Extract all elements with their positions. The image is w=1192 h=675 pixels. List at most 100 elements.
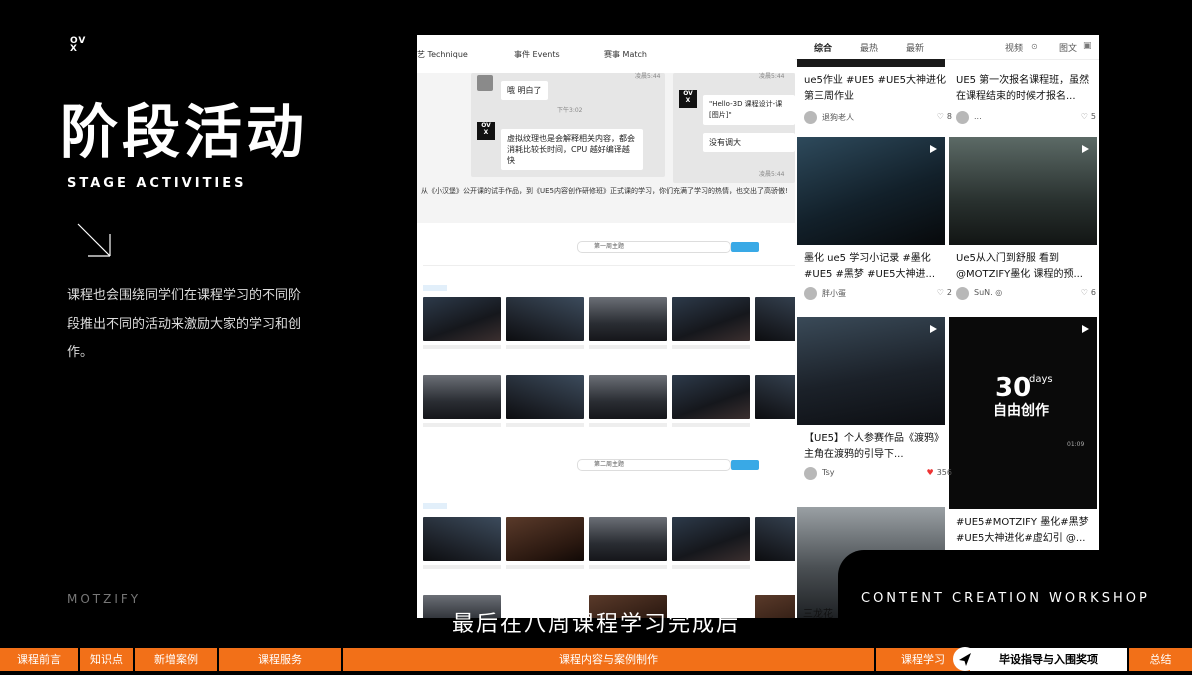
cover-image[interactable]: 30 days 自由创作 01:09 (949, 317, 1097, 509)
intro-text: 从《小汉堡》公开课的试手作品，到《UE5内容创作研修班》正式课的学习，你们充满了… (421, 187, 788, 195)
heart-icon: ♡ (936, 288, 944, 297)
arrow-down-right-icon (77, 223, 111, 257)
card-meta: 退狗老人 ♡ 8 (804, 110, 952, 126)
video-thumb[interactable] (589, 375, 667, 419)
card-author: Tsy (822, 468, 835, 477)
feed-card[interactable]: UE5 第一次报名课程班，虽然在课程结束的时候才报名... ... ♡ 5 (956, 73, 1096, 126)
heart-icon: ♡ (1080, 112, 1088, 121)
video-thumb[interactable] (672, 517, 750, 561)
cover-image[interactable] (797, 317, 945, 425)
overlay-number: 30 (995, 373, 1032, 403)
card-author: 退狗老人 (822, 113, 854, 122)
card-title: ue5作业 #UE5 #UE5大神进化 第三周作业 (804, 75, 946, 102)
play-circle-icon: ⊙ (1031, 42, 1038, 51)
card-meta: Tsy ♥ 356 (804, 466, 952, 482)
video-thumb[interactable] (423, 375, 501, 419)
chat-time: 下午3:02 (557, 107, 583, 114)
feed-card[interactable]: 墨化 ue5 学习小记录 #墨化 #UE5 #黑梦 #UE5大神进... 胖小蛋… (804, 251, 952, 302)
search-button[interactable] (731, 460, 759, 470)
video-thumb[interactable] (589, 517, 667, 561)
nav-item-graduation[interactable]: 毕设指导与入围奖项 (970, 648, 1127, 671)
tab-video[interactable]: 视频 (1005, 41, 1023, 54)
play-icon (930, 325, 937, 333)
video-duration: 01:09 (1067, 441, 1085, 448)
heart-icon: ♡ (1080, 288, 1088, 297)
tab-new[interactable]: 最新 (906, 41, 924, 54)
card-likes[interactable]: ♡ 2 (937, 288, 952, 297)
ovx-avatar-icon: OV X (679, 90, 697, 108)
video-thumb[interactable] (672, 375, 750, 419)
filter-chip[interactable] (423, 503, 447, 509)
brand-logo: OV X (70, 36, 87, 54)
feed-card[interactable]: ue5作业 #UE5 #UE5大神进化 第三周作业 退狗老人 ♡ 8 (804, 73, 952, 126)
cover-image[interactable] (797, 137, 945, 245)
chat-time: 凌晨5:44 (759, 73, 785, 80)
play-icon (1082, 325, 1089, 333)
video-thumb[interactable] (423, 297, 501, 341)
page-subtitle: STAGE ACTIVITIES (67, 176, 247, 191)
feed-card[interactable]: #UE5#MOTZIFY 墨化#黑梦 #UE5大神进化#虚幻引 @... (956, 515, 1096, 547)
screenshot-tabbar: 艺 Technique 事件 Events 赛事 Match (417, 35, 795, 74)
video-thumb[interactable] (506, 517, 584, 561)
card-meta: SuN. ◎ ♡ 6 (956, 286, 1096, 302)
chat-time: 凌晨5:44 (635, 73, 661, 80)
nav-item-intro[interactable]: 课程前言 (0, 648, 78, 671)
card-likes[interactable]: ♡ 8 (937, 112, 952, 121)
card-likes[interactable]: ♡ 6 (1081, 288, 1096, 297)
card-author: 胖小蛋 (822, 289, 846, 298)
nav-item-content[interactable]: 课程内容与案例制作 (343, 648, 874, 671)
video-thumb[interactable] (589, 297, 667, 341)
cover-image[interactable] (949, 137, 1097, 245)
nav-item-summary[interactable]: 总结 (1129, 648, 1192, 671)
image-icon: ▣ (1083, 41, 1092, 51)
avatar (956, 287, 969, 300)
video-feed: 综合 最热 最新 视频 ⊙ 图文 ▣ ue5作业 #UE5 #UE5大神进化 第… (795, 35, 1099, 618)
play-icon (1082, 145, 1089, 153)
nav-item-new-cases[interactable]: 新增案例 (135, 648, 217, 671)
page-title: 阶段活动 (60, 98, 309, 166)
filter-chip[interactable] (423, 285, 447, 291)
workshop-label: CONTENT CREATION WORKSHOP (861, 591, 1150, 606)
tab-image-text[interactable]: 图文 (1059, 41, 1077, 54)
avatar (804, 467, 817, 480)
ovx-avatar-icon: OV X (477, 122, 495, 140)
tab-match[interactable]: 赛事 Match (604, 49, 647, 60)
tab-events[interactable]: 事件 Events (514, 49, 560, 60)
search-input[interactable]: 第二周主题 (577, 459, 731, 471)
search-input[interactable]: 第一周主题 (577, 241, 731, 253)
card-title: #UE5#MOTZIFY 墨化#黑梦 #UE5大神进化#虚幻引 @... (956, 517, 1089, 544)
video-subtitle: 最后在八周课程学习完成后 (451, 612, 740, 637)
video-thumb[interactable] (755, 297, 795, 341)
feed-card[interactable]: Ue5从入门到舒服 看到@MOTZIFY墨化 课程的预... SuN. ◎ ♡ 6 (956, 251, 1096, 302)
card-likes[interactable]: ♡ 5 (1081, 112, 1096, 121)
community-screenshot: 艺 Technique 事件 Events 赛事 Match 哦 明白了 下午3… (417, 35, 795, 618)
tab-all[interactable]: 综合 (814, 41, 832, 54)
nav-item-knowledge[interactable]: 知识点 (80, 648, 133, 671)
heart-icon: ♡ (936, 112, 944, 121)
description-text: 课程也会围绕同学们在课程学习的不同阶段推出不同的活动来激励大家的学习和创作。 (67, 288, 302, 360)
card-meta: ... ♡ 5 (956, 110, 1096, 126)
heart-icon: ♥ (926, 468, 934, 477)
tab-hot[interactable]: 最热 (860, 41, 878, 54)
avatar (804, 287, 817, 300)
card-likes[interactable]: ♥ 356 (927, 468, 952, 477)
send-arrow-icon (953, 647, 977, 671)
chat-area: 哦 明白了 下午3:02 OV X 虚拟纹理也是会解释相关内容，都会消耗比较长时间… (417, 73, 795, 223)
play-icon (930, 145, 937, 153)
video-thumb[interactable] (423, 517, 501, 561)
nav-item-services[interactable]: 课程服务 (219, 648, 341, 671)
video-thumb[interactable] (755, 517, 795, 561)
video-thumb[interactable] (506, 297, 584, 341)
chat-card-right: 凌晨5:44 OV X "Hello-3D 课程设计-课 [图片]" 没有调大 凌… (673, 73, 795, 183)
cover-image[interactable] (797, 59, 945, 67)
video-thumb[interactable] (672, 297, 750, 341)
feed-card[interactable]: 【UE5】个人参赛作品《渡鸦》主角在渡鸦的引导下... Tsy ♥ 356 (804, 431, 952, 482)
brand-name: MOTZIFY (67, 592, 142, 606)
video-thumb[interactable] (755, 375, 795, 419)
chat-card-left: 哦 明白了 下午3:02 OV X 虚拟纹理也是会解释相关内容，都会消耗比较长时间… (471, 73, 665, 177)
tab-technique[interactable]: 艺 Technique (417, 49, 468, 60)
avatar (477, 75, 493, 91)
search-button[interactable] (731, 242, 759, 252)
video-thumb[interactable] (506, 375, 584, 419)
card-title: 【UE5】个人参赛作品《渡鸦》主角在渡鸦的引导下... (804, 433, 944, 460)
